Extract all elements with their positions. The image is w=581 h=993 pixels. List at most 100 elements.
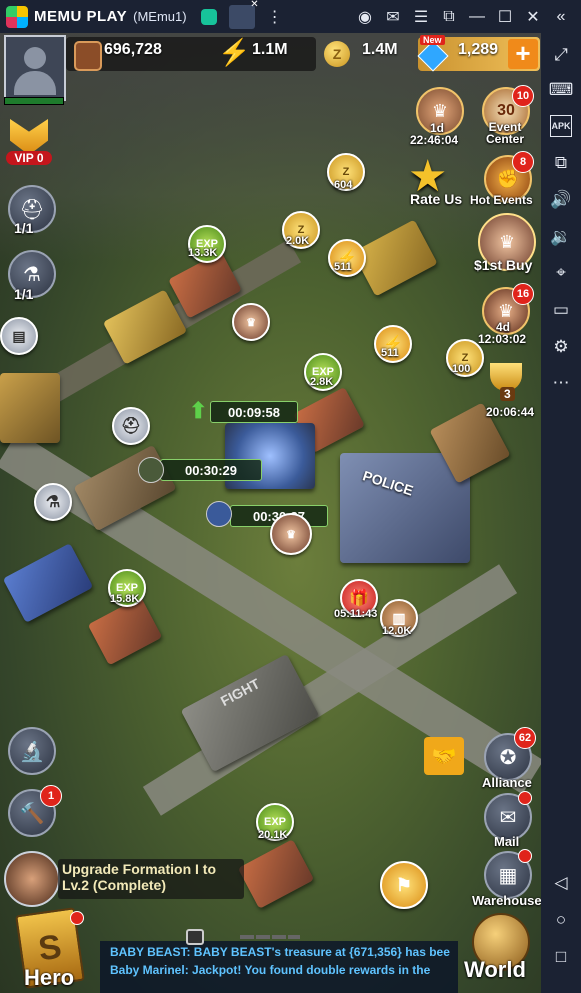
add-diamond-button[interactable]: +: [508, 39, 538, 69]
collapse-sidebar-icon[interactable]: «: [547, 3, 575, 31]
box-timer: 05:11:43: [334, 608, 378, 620]
energy-pin-2-value: 511: [381, 347, 399, 359]
new-badge: New: [420, 35, 445, 45]
screenshot-icon[interactable]: ⧉: [435, 3, 463, 31]
research-flask-pin[interactable]: ⚗: [34, 483, 72, 521]
limited-offer-badge: 16: [512, 283, 534, 305]
energy-icon: ⚡: [218, 37, 251, 67]
coin-value: 1.4M: [362, 41, 398, 58]
alliance-badge: 62: [514, 727, 536, 749]
vip-badge[interactable]: VIP 0: [4, 119, 54, 171]
hero-button[interactable]: S Hero: [14, 907, 86, 991]
player-avatar[interactable]: [4, 35, 66, 101]
train-timer-value: 00:30:29: [184, 462, 238, 478]
trophy-timer: 20:06:44: [486, 405, 535, 419]
folder-icon[interactable]: ▭: [549, 298, 573, 322]
hero-timer-icon: [206, 501, 232, 527]
hot-events-badge: 8: [512, 151, 534, 173]
exp-4-value: 20.1K: [258, 829, 288, 841]
profile-icon[interactable]: ◉: [351, 3, 379, 31]
hot-events-label: Hot Events: [470, 193, 533, 207]
coin-pin-1-value: 604: [334, 179, 353, 191]
event-center-label: Event Center: [485, 120, 524, 146]
trophy-icon[interactable]: 3: [484, 363, 528, 403]
game-viewport[interactable]: POLICE FIGHT 696,728 ⚡ 1.1M Z 1.4M New 1…: [0, 33, 541, 993]
energy-value: 1.1M: [252, 41, 288, 58]
building-warehouse-block[interactable]: [0, 373, 60, 443]
avatar-silhouette-icon: [24, 47, 46, 69]
coin-pin-2-value: 2.0K: [286, 235, 310, 247]
more-icon[interactable]: ⋯: [549, 371, 573, 395]
multi-window-icon[interactable]: ⧉: [549, 151, 573, 175]
exp-3-value: 15.8K: [110, 593, 140, 605]
power-value: 696,728: [104, 41, 162, 58]
energy-pin-1-value: 511: [334, 261, 352, 273]
world-button[interactable]: World: [460, 913, 536, 991]
app-store-icon[interactable]: [195, 3, 223, 31]
player-xp-bar: [4, 97, 64, 105]
tab-close-icon[interactable]: ✕: [250, 0, 258, 10]
vip-label: VIP 0: [6, 151, 52, 165]
road: [142, 564, 518, 816]
chat-line-2: Baby Marinel: Jackpot! You found double …: [110, 963, 431, 977]
avatar-body: [14, 71, 56, 95]
hero-badge: [70, 911, 84, 925]
train-timer[interactable]: 00:30:29: [160, 459, 262, 481]
fullscreen-icon[interactable]: ⤢: [549, 43, 573, 67]
app-title: MEMU PLAY: [34, 8, 128, 25]
police-sign: POLICE: [360, 467, 416, 499]
rate-us-label: Rate Us: [410, 191, 463, 207]
research-tool-button[interactable]: 🔬: [8, 727, 56, 775]
exp-1-value: 13.3K: [188, 247, 218, 259]
instance-name: (MEmu1): [133, 9, 187, 24]
keymap-icon[interactable]: ⌨: [549, 78, 574, 102]
building-shop[interactable]: [2, 543, 94, 623]
world-label: World: [464, 957, 526, 982]
emulator-titlebar: MEMU PLAY (MEmu1) ✕ ⋮ ◉ ✉ ☰ ⧉ — ☐ ✕ «: [0, 0, 581, 33]
close-icon[interactable]: ✕: [519, 3, 547, 31]
memu-logo-icon: [6, 5, 28, 28]
apk-icon[interactable]: APK: [550, 115, 572, 137]
exp-label: EXP: [263, 816, 286, 828]
volume-down-icon[interactable]: 🔉: [549, 225, 573, 249]
quest-line-2: Lv.2 (Complete): [62, 877, 166, 893]
power-icon: [74, 41, 102, 71]
alliance-help-button[interactable]: 🤝: [424, 737, 464, 775]
quest-line-1: Upgrade Formation I to: [62, 861, 216, 877]
game-tab[interactable]: ✕: [228, 0, 259, 29]
menu-dots-icon[interactable]: ⋮: [261, 3, 289, 31]
flask-count: 1/1: [14, 286, 34, 302]
back-icon[interactable]: ◁: [549, 871, 573, 895]
upgrade-timer[interactable]: ⬆ 00:09:58: [189, 398, 298, 423]
minimize-icon[interactable]: —: [463, 3, 491, 31]
settings-icon[interactable]: ⚙: [549, 335, 573, 359]
upgrade-arrow-icon: ⬆: [189, 398, 208, 423]
research-pin[interactable]: ⛑: [112, 407, 150, 445]
train-soldier-icon: [138, 457, 164, 483]
hero-map-pin[interactable]: ♛: [270, 513, 312, 555]
mail-badge: [518, 791, 532, 805]
hero-label: Hero: [24, 965, 75, 990]
volume-up-icon[interactable]: 🔊: [549, 188, 573, 212]
hero-portrait-pin[interactable]: ♛: [232, 303, 270, 341]
location-icon[interactable]: ⌖: [549, 261, 573, 285]
trophy-rank: 3: [500, 387, 515, 401]
maximize-icon[interactable]: ☐: [491, 3, 519, 31]
event-timer: 22:46:04: [410, 133, 459, 147]
first-buy-label: $1st Buy: [474, 257, 532, 273]
first-buy-prefix: $: [474, 257, 482, 273]
coin-pin-3-value: 100: [452, 363, 471, 375]
exp-2-value: 2.8K: [310, 376, 334, 388]
hamburger-menu-icon[interactable]: ☰: [407, 3, 435, 31]
recents-icon[interactable]: □: [549, 945, 573, 969]
chat-preview[interactable]: BABY BEAST: BABY BEAST's treasure at {67…: [100, 941, 458, 993]
build-tool-badge: 1: [40, 785, 62, 807]
home-icon[interactable]: ○: [549, 908, 573, 932]
tank-pin[interactable]: ▤: [0, 317, 38, 355]
fight-sign: FIGHT: [217, 675, 263, 710]
helmet-count: 1/1: [14, 220, 34, 236]
upgrade-timer-value: 00:09:58: [227, 404, 281, 420]
limited-offer-timer: 12:03:02: [478, 332, 527, 346]
mail-icon[interactable]: ✉: [379, 3, 407, 31]
chat-lock-icon: [186, 929, 204, 945]
